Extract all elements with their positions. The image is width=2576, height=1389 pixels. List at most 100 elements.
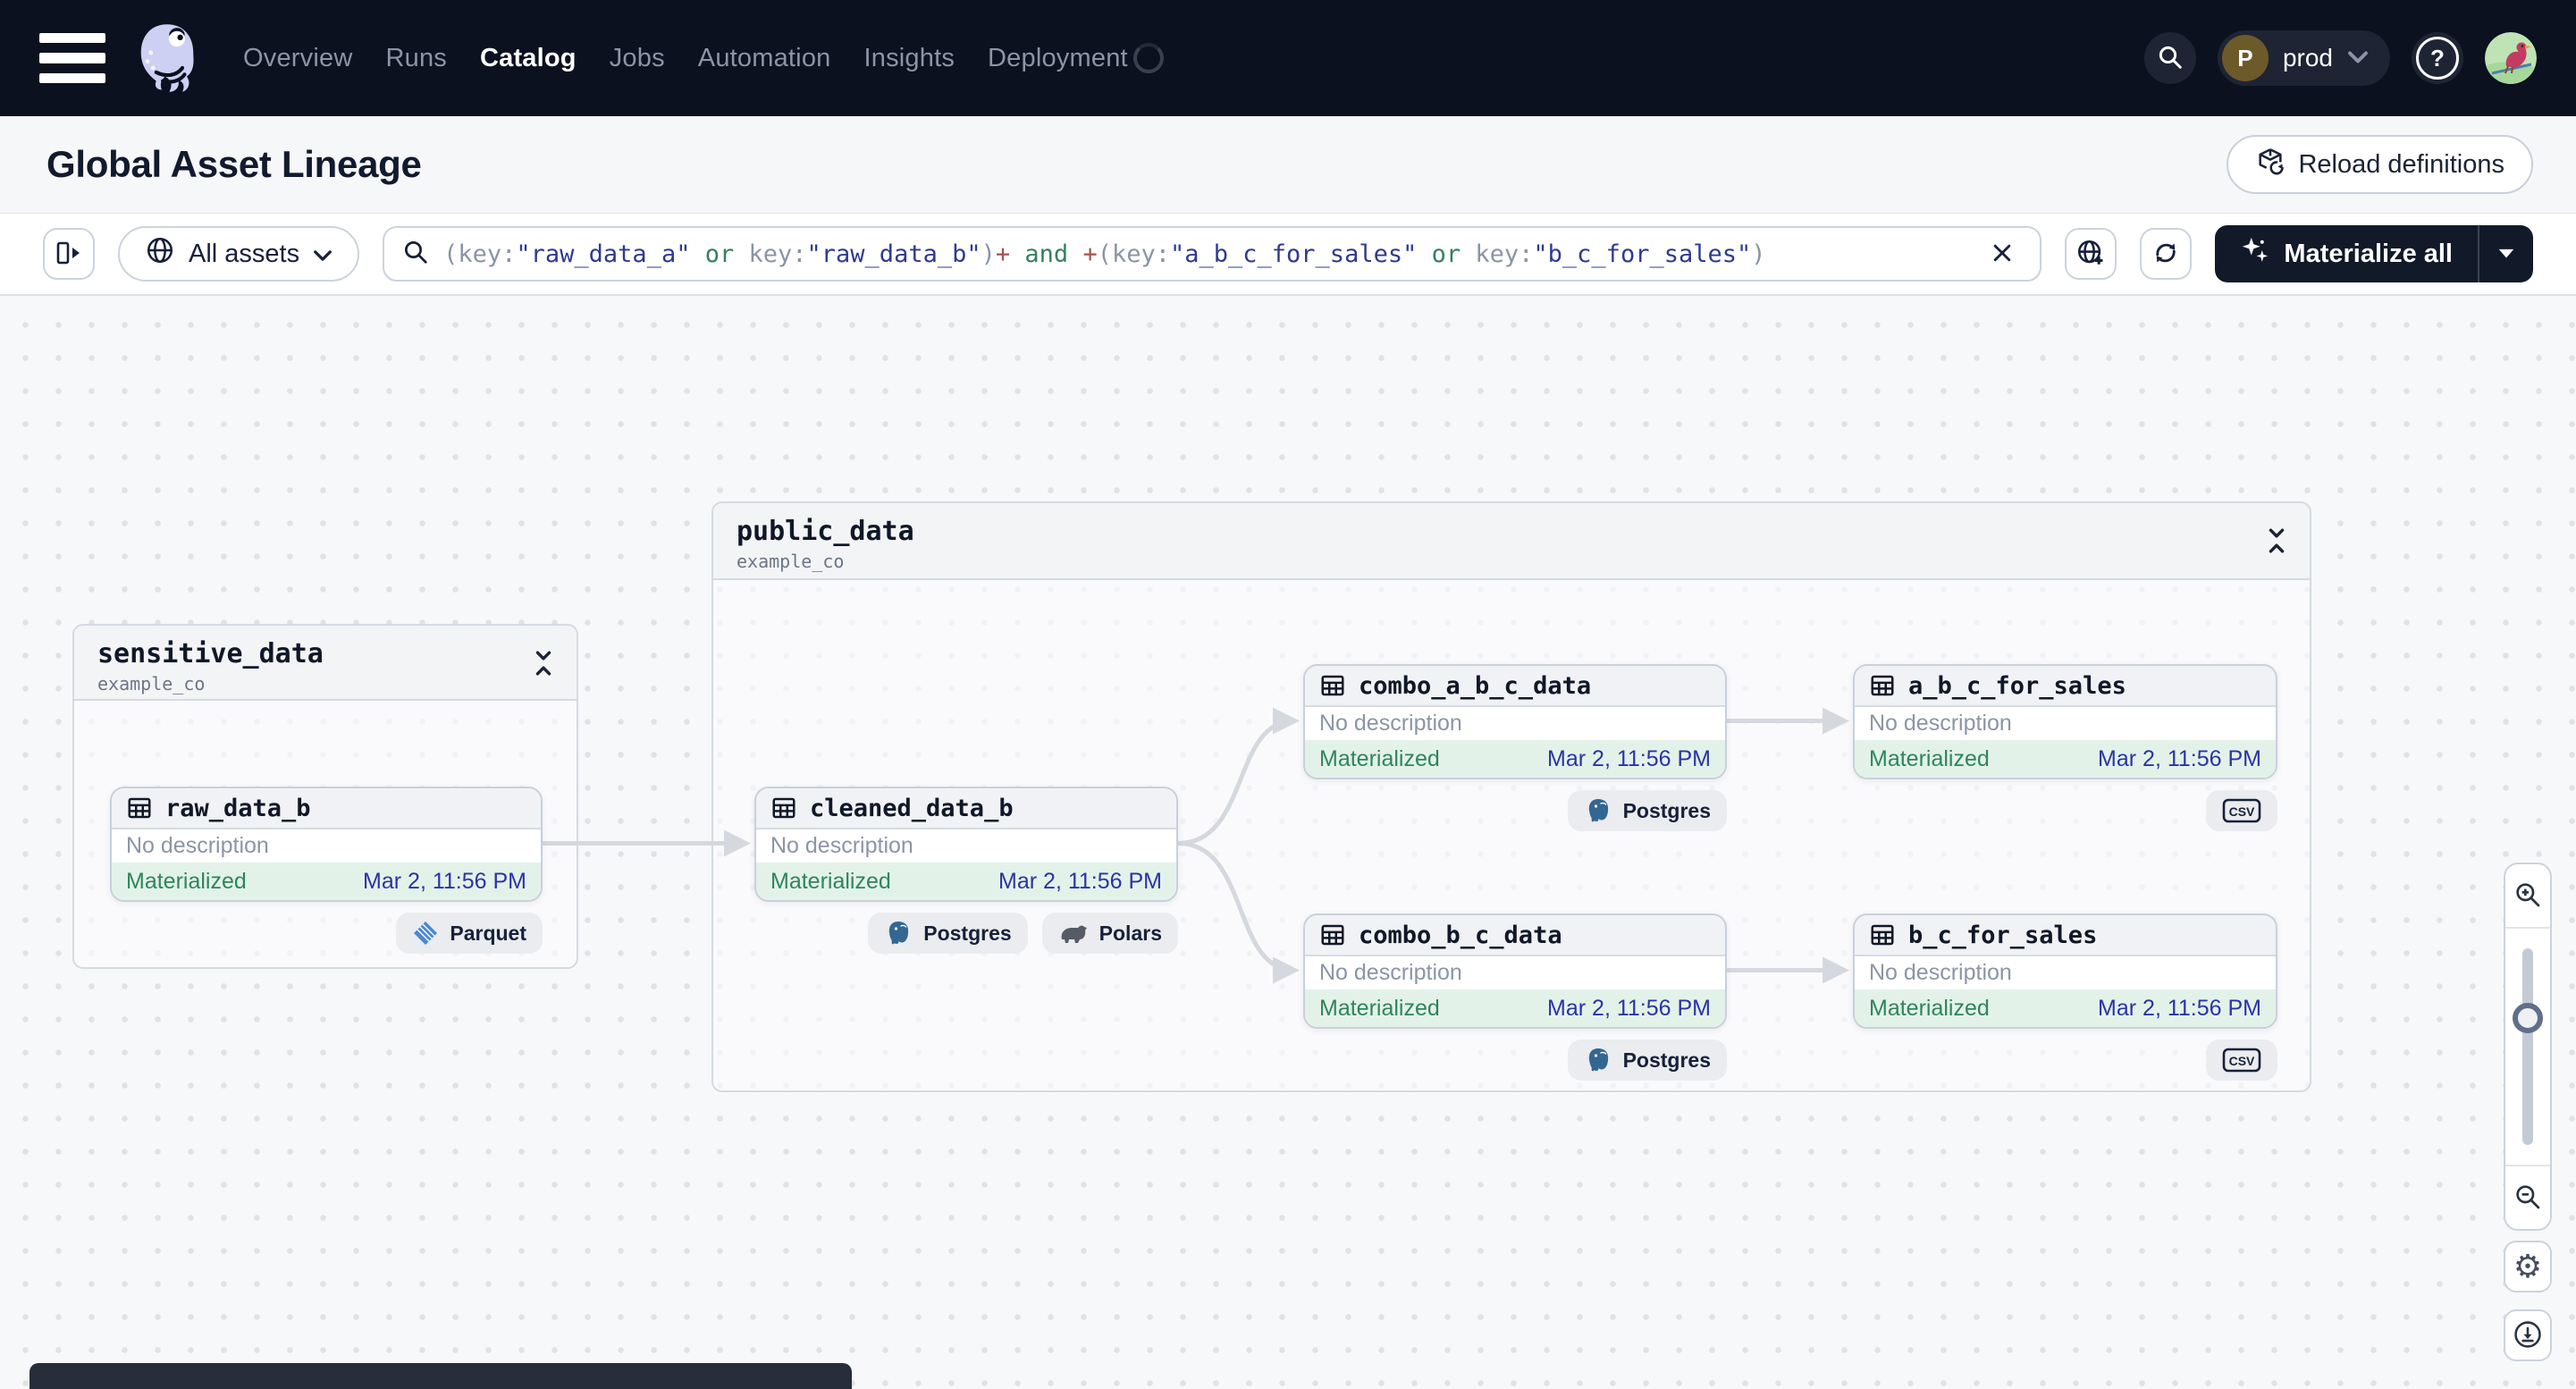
asset-badges: Postgres	[1303, 790, 1727, 831]
badge-postgres[interactable]: Postgres	[1567, 790, 1727, 831]
postgres-icon	[884, 919, 913, 947]
query-token-punct	[690, 240, 704, 268]
materialization-timestamp[interactable]: Mar 2, 11:56 PM	[363, 869, 526, 895]
asset-status-row[interactable]: Materialized Mar 2, 11:56 PM	[1305, 740, 1725, 778]
materialize-all-button[interactable]: Materialize all	[2215, 225, 2478, 282]
asset-search-input[interactable]: (key:"raw_data_a" or key:"raw_data_b")+ …	[383, 226, 2042, 282]
refresh-icon	[2151, 238, 2181, 271]
nav-item-jobs[interactable]: Jobs	[610, 44, 665, 73]
asset-status-row[interactable]: Materialized Mar 2, 11:56 PM	[112, 863, 541, 900]
zoom-in-button[interactable]	[2505, 864, 2550, 929]
query-token-punct: key:	[1461, 240, 1534, 268]
search-icon	[402, 239, 429, 270]
asset-status-row[interactable]: Materialized Mar 2, 11:56 PM	[1305, 989, 1725, 1027]
nav-item-overview[interactable]: Overview	[243, 44, 352, 73]
status-badge: Materialized	[1869, 745, 1990, 771]
help-button[interactable]: ?	[2412, 32, 2463, 84]
nav-item-runs[interactable]: Runs	[385, 44, 447, 73]
query-token-op: and	[1024, 240, 1069, 268]
asset-name: a_b_c_for_sales	[1908, 671, 2126, 700]
materialization-timestamp[interactable]: Mar 2, 11:56 PM	[2098, 996, 2261, 1022]
sparkle-icon	[2240, 235, 2270, 273]
asset-name: combo_b_c_data	[1359, 921, 1562, 949]
asset-card-header[interactable]: b_c_for_sales	[1855, 915, 2276, 956]
asset-card-header[interactable]: cleaned_data_b	[756, 788, 1176, 829]
user-avatar[interactable]	[2485, 32, 2537, 84]
asset-badges: CSV	[1853, 1040, 2277, 1081]
table-icon	[1869, 922, 1896, 948]
zoom-out-icon	[2513, 1183, 2542, 1214]
group-header[interactable]: public_data example_co	[713, 503, 2310, 580]
materialization-timestamp[interactable]: Mar 2, 11:56 PM	[1547, 746, 1711, 772]
search-button[interactable]	[2143, 32, 2196, 84]
query-token-punct: (key:	[1097, 240, 1170, 268]
nav-item-deployment[interactable]: Deployment	[988, 44, 1128, 73]
asset-status-row[interactable]: Materialized Mar 2, 11:56 PM	[756, 863, 1176, 900]
asset-description: No description	[1869, 711, 2012, 736]
menu-button[interactable]	[39, 33, 107, 83]
query-token-string: "a_b_c_for_sales"	[1170, 240, 1418, 268]
search-icon	[2157, 44, 2184, 73]
csv-icon: CSV	[2222, 797, 2261, 824]
dagster-logo[interactable]	[132, 20, 202, 97]
asset-status-row[interactable]: Materialized Mar 2, 11:56 PM	[1855, 989, 2276, 1027]
select-all-assets-button[interactable]	[2065, 228, 2117, 280]
download-button[interactable]	[2504, 1309, 2552, 1361]
badge-postgres[interactable]: Postgres	[868, 913, 1028, 954]
asset-badges: CSV	[1853, 790, 2277, 831]
open-sidebar-button[interactable]	[43, 228, 95, 280]
nav-item-catalog[interactable]: Catalog	[480, 44, 577, 73]
badge-postgres[interactable]: Postgres	[1567, 1040, 1727, 1081]
materialization-timestamp[interactable]: Mar 2, 11:56 PM	[1547, 996, 1711, 1022]
badge-parquet[interactable]: Parquet	[396, 913, 543, 954]
lineage-canvas[interactable]: ⚙ sensitive_data example_co public_data exa…	[0, 296, 2576, 1389]
clear-search-button[interactable]	[1983, 234, 2022, 274]
reload-definitions-button[interactable]: Reload definitions	[2227, 135, 2533, 194]
zoom-slider-thumb[interactable]	[2513, 1002, 2543, 1033]
csv-icon: CSV	[2222, 1047, 2261, 1073]
badge-label: Parquet	[450, 921, 526, 945]
materialization-timestamp[interactable]: Mar 2, 11:56 PM	[998, 869, 1162, 895]
asset-card[interactable]: combo_b_c_data No description Materialized…	[1303, 913, 1727, 1029]
bottom-sheet-edge	[29, 1363, 852, 1389]
refresh-button[interactable]	[2140, 228, 2193, 280]
materialize-options-button[interactable]	[2478, 225, 2533, 282]
badge-polars[interactable]: Polars	[1041, 913, 1178, 954]
asset-card[interactable]: b_c_for_sales No description Materialized M…	[1853, 913, 2277, 1029]
query-token-plus: +	[995, 240, 1011, 268]
query-token-punct: )	[1751, 240, 1766, 268]
deployment-switcher[interactable]: P prod	[2217, 30, 2390, 86]
asset-card-header[interactable]: raw_data_b	[112, 788, 541, 829]
globe-icon	[145, 235, 175, 273]
badge-csv[interactable]: CSV	[2206, 1040, 2277, 1081]
asset-card-header[interactable]: combo_a_b_c_data	[1305, 666, 1725, 707]
asset-status-row[interactable]: Materialized Mar 2, 11:56 PM	[1855, 740, 2276, 778]
nav-item-automation[interactable]: Automation	[698, 44, 831, 73]
asset-description: No description	[1319, 960, 1462, 985]
asset-card-header[interactable]: combo_b_c_data	[1305, 915, 1725, 956]
asset-card[interactable]: combo_a_b_c_data No description Materializ…	[1303, 664, 1727, 779]
materialization-timestamp[interactable]: Mar 2, 11:56 PM	[2098, 746, 2261, 772]
parquet-icon	[412, 920, 439, 947]
table-icon	[1869, 672, 1896, 699]
nav-item-insights[interactable]: Insights	[863, 44, 955, 73]
query-token-plus: +	[1082, 240, 1098, 268]
status-badge: Materialized	[770, 868, 891, 894]
asset-scope-dropdown[interactable]: All assets	[118, 226, 360, 282]
asset-node-raw_data_b: raw_data_b No description Materialized Mar …	[110, 787, 543, 954]
asset-card-header[interactable]: a_b_c_for_sales	[1855, 666, 2276, 707]
asset-card[interactable]: cleaned_data_b No description Materialized…	[754, 787, 1178, 902]
group-header[interactable]: sensitive_data example_co	[74, 626, 577, 701]
asset-card[interactable]: raw_data_b No description Materialized Mar …	[110, 787, 543, 902]
zoom-out-button[interactable]	[2505, 1165, 2550, 1229]
collapse-group-button[interactable]	[2261, 523, 2292, 559]
badge-csv[interactable]: CSV	[2206, 790, 2277, 831]
asset-card[interactable]: a_b_c_for_sales No description Materialize…	[1853, 664, 2277, 779]
query-token-string: "b_c_for_sales"	[1533, 240, 1752, 268]
materialize-all-label: Materialize all	[2284, 239, 2453, 268]
zoom-slider[interactable]	[2505, 929, 2550, 1165]
download-icon	[2513, 1319, 2543, 1352]
reload-definitions-icon	[2255, 146, 2286, 183]
collapse-group-button[interactable]	[528, 645, 559, 681]
graph-settings-button[interactable]: ⚙	[2504, 1241, 2552, 1292]
